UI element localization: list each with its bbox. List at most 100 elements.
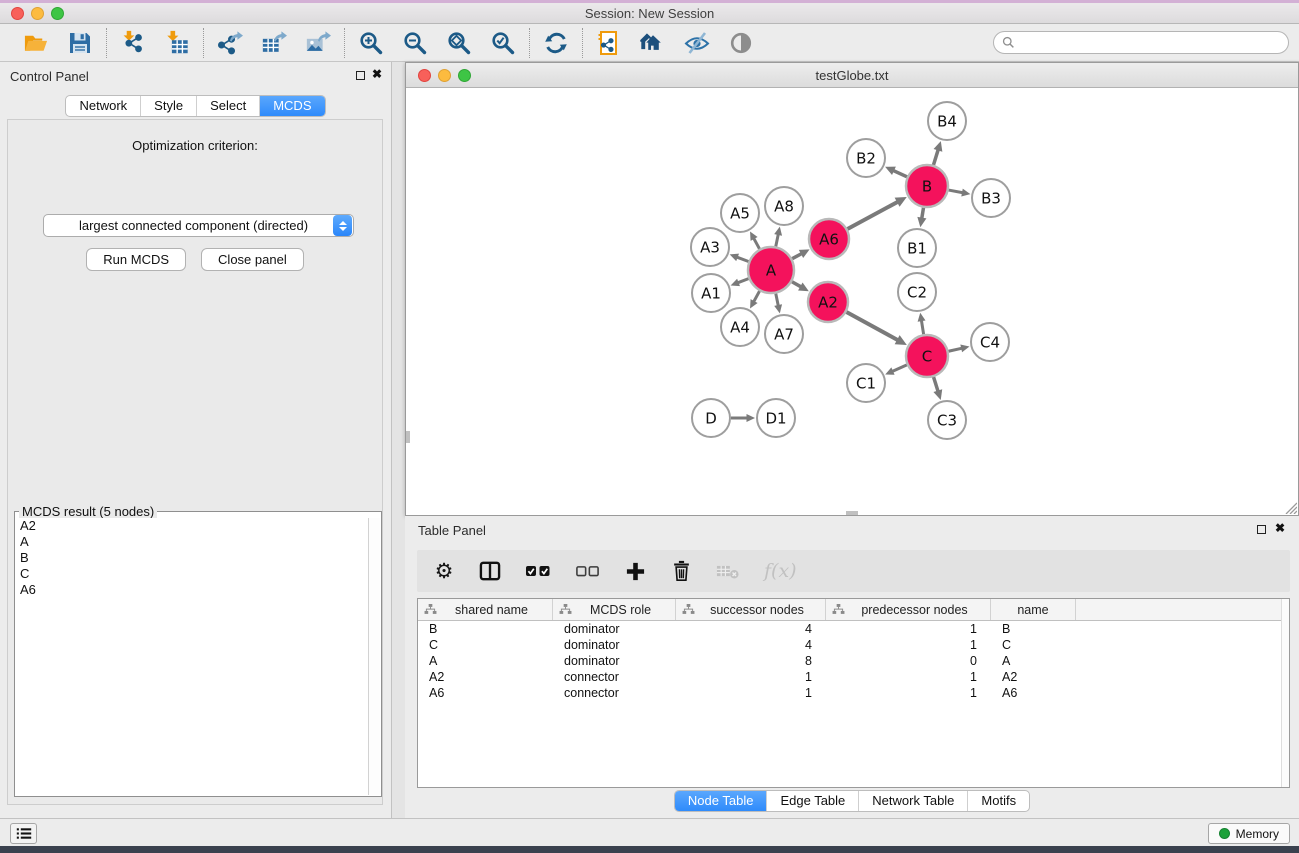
table-cell: A6 — [418, 685, 553, 701]
tab-edge-table[interactable]: Edge Table — [767, 791, 859, 811]
close-panel-button[interactable]: Close panel — [201, 248, 304, 271]
task-history-button[interactable] — [10, 823, 37, 844]
graph-edge-A-A6[interactable] — [792, 253, 802, 258]
column-header-name[interactable]: name — [991, 599, 1076, 620]
hide-eye-icon[interactable] — [683, 29, 711, 57]
canvas-scroll-handle-bottom[interactable] — [846, 511, 858, 515]
graph-node-label: B — [922, 177, 932, 195]
add-column-icon[interactable] — [624, 558, 646, 584]
mcds-list-scrollbar[interactable] — [368, 518, 380, 795]
node-table: shared nameMCDS rolesuccessor nodesprede… — [417, 598, 1290, 788]
zoom-selected-icon[interactable] — [489, 29, 517, 57]
graph-edge-A6-B[interactable] — [847, 202, 898, 229]
graph-edge-C-C3[interactable] — [934, 377, 939, 392]
deselect-all-icon[interactable] — [575, 558, 600, 584]
table-row[interactable]: Cdominator41C — [418, 637, 1289, 653]
zoom-in-icon[interactable] — [357, 29, 385, 57]
table-cell: A — [418, 653, 553, 669]
table-cell: B — [991, 621, 1076, 637]
column-header-successor-nodes[interactable]: successor nodes — [676, 599, 826, 620]
network-graph: B4B2BB3A5A8A6A3B1AA1C2A2A4A7C4CC1C3DD1 — [406, 89, 1298, 516]
tab-select[interactable]: Select — [197, 96, 260, 116]
table-row[interactable]: Bdominator41B — [418, 621, 1289, 637]
control-panel-title: Control Panel — [10, 69, 89, 84]
mcds-result-item[interactable]: A — [16, 534, 368, 550]
network-minimize-button[interactable] — [438, 69, 451, 82]
graph-edge-C-C1[interactable] — [892, 365, 907, 372]
network-zoom-button[interactable] — [458, 69, 471, 82]
delete-column-icon[interactable] — [670, 558, 692, 584]
close-panel-icon[interactable]: ✖ — [372, 67, 382, 81]
close-table-panel-icon[interactable]: ✖ — [1275, 521, 1285, 535]
mcds-result-item[interactable]: A2 — [16, 518, 368, 534]
search-field[interactable] — [993, 31, 1289, 54]
memory-button[interactable]: Memory — [1208, 823, 1290, 844]
graph-edge-B-B1[interactable] — [922, 208, 924, 219]
show-eye-icon[interactable] — [727, 29, 755, 57]
column-header-MCDS-role[interactable]: MCDS role — [553, 599, 676, 620]
export-network-icon[interactable] — [216, 29, 244, 57]
graph-edge-B-B3[interactable] — [949, 190, 963, 193]
resize-grip-icon[interactable] — [1283, 500, 1297, 514]
mcds-result-list[interactable]: A2ABCA6 — [16, 518, 368, 795]
session-doc-icon[interactable] — [595, 29, 623, 57]
memory-label: Memory — [1236, 827, 1279, 841]
mcds-result-title: MCDS result (5 nodes) — [19, 504, 157, 519]
graph-edge-C-C4[interactable] — [948, 348, 962, 351]
graph-node-label: A1 — [701, 284, 721, 302]
graph-edge-A-A3[interactable] — [737, 257, 749, 261]
search-input[interactable] — [1020, 36, 1280, 50]
select-all-icon[interactable] — [525, 558, 551, 584]
canvas-scroll-handle-left[interactable] — [406, 431, 410, 443]
table-scrollbar[interactable] — [1281, 599, 1289, 787]
network-close-button[interactable] — [418, 69, 431, 82]
float-panel-icon[interactable] — [356, 71, 365, 80]
export-image-icon[interactable] — [304, 29, 332, 57]
table-row[interactable]: A2connector11A2 — [418, 669, 1289, 685]
home-icon[interactable] — [639, 29, 667, 57]
run-mcds-button[interactable]: Run MCDS — [86, 248, 186, 271]
zoom-fit-icon[interactable] — [445, 29, 473, 57]
column-view-icon[interactable] — [479, 558, 501, 584]
tab-mcds[interactable]: MCDS — [260, 96, 324, 116]
column-type-icon — [559, 604, 572, 615]
graph-edge-A-A1[interactable] — [738, 279, 749, 283]
mcds-result-item[interactable]: B — [16, 550, 368, 566]
criterion-dropdown[interactable]: largest connected component (directed) — [43, 214, 354, 237]
graph-edge-C-C2[interactable] — [921, 320, 923, 334]
tab-node-table[interactable]: Node Table — [675, 791, 768, 811]
table-row[interactable]: Adominator80A — [418, 653, 1289, 669]
graph-edge-B-B2[interactable] — [893, 170, 907, 176]
export-table-icon[interactable] — [260, 29, 288, 57]
import-network-icon[interactable] — [119, 29, 147, 57]
graph-node-label: D — [705, 409, 717, 427]
save-icon[interactable] — [66, 29, 94, 57]
mcds-panel: Optimization criterion: largest connecte… — [7, 119, 383, 805]
open-folder-icon[interactable] — [22, 29, 50, 57]
table-row[interactable]: A6connector11A6 — [418, 685, 1289, 701]
graph-edge-A-A7[interactable] — [776, 294, 779, 307]
refresh-icon[interactable] — [542, 29, 570, 57]
table-cell: C — [991, 637, 1076, 653]
graph-edge-arrowhead — [918, 313, 926, 322]
graph-edge-A-A5[interactable] — [754, 238, 760, 249]
column-header-shared-name[interactable]: shared name — [418, 599, 553, 620]
tab-style[interactable]: Style — [141, 96, 197, 116]
network-canvas[interactable]: B4B2BB3A5A8A6A3B1AA1C2A2A4A7C4CC1C3DD1 — [406, 89, 1298, 515]
tab-motifs[interactable]: Motifs — [968, 791, 1029, 811]
zoom-out-icon[interactable] — [401, 29, 429, 57]
tab-network-table[interactable]: Network Table — [859, 791, 968, 811]
delete-table-icon — [716, 558, 740, 584]
graph-edge-A-A2[interactable] — [792, 282, 801, 287]
graph-edge-A-A8[interactable] — [776, 234, 779, 247]
mcds-result-item[interactable]: A6 — [16, 582, 368, 598]
float-table-panel-icon[interactable] — [1257, 525, 1266, 534]
graph-edge-B-B4[interactable] — [933, 149, 938, 165]
settings-gear-icon[interactable]: ⚙ — [433, 558, 455, 584]
import-table-icon[interactable] — [163, 29, 191, 57]
mcds-result-item[interactable]: C — [16, 566, 368, 582]
graph-edge-A2-C[interactable] — [846, 312, 898, 340]
column-header-predecessor-nodes[interactable]: predecessor nodes — [826, 599, 991, 620]
graph-edge-A-A4[interactable] — [754, 291, 760, 302]
tab-network[interactable]: Network — [66, 96, 141, 116]
